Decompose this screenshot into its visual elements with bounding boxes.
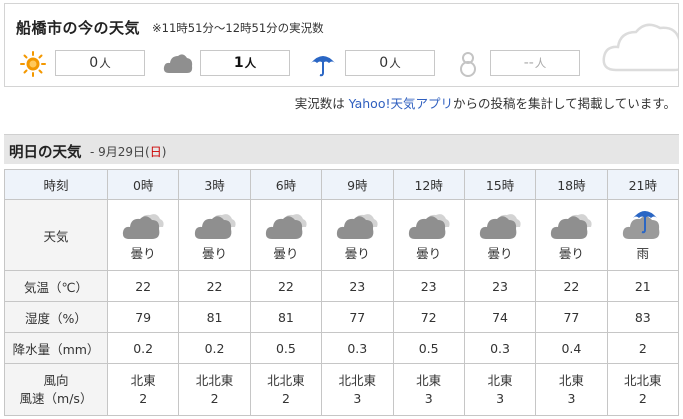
humidity-cell: 77: [535, 301, 608, 333]
humidity-cell: 72: [392, 301, 465, 333]
sunny-count: 0人: [55, 50, 145, 76]
wind-row: 風向 風速（m/s） 北東 2 北北東 2 北北東 2 北北東 3 北東 3 北東 3 北東 3…: [4, 363, 680, 416]
time-cell: 3時: [178, 169, 251, 200]
rain-icon: [622, 211, 660, 239]
snowy-count: --人: [490, 50, 580, 76]
weather-cell: 曇り: [106, 199, 180, 271]
precipitation-cell: 0.3: [463, 332, 537, 364]
time-label: 時刻: [4, 169, 108, 200]
precipitation-cell: 0.4: [535, 332, 608, 364]
time-cell: 12時: [392, 169, 465, 200]
humidity-cell: 79: [106, 301, 180, 333]
temperature-cell: 22: [106, 270, 180, 302]
time-row: 時刻 0時 3時 6時 9時 12時 15時 18時 21時: [4, 169, 680, 200]
wind-cell: 北東 3: [463, 363, 537, 416]
wind-cell: 北北東 3: [321, 363, 394, 416]
cloud-icon: [194, 214, 236, 239]
cloud-icon: [551, 214, 593, 239]
cloud-icon: [479, 214, 521, 239]
cloud-icon: [337, 214, 378, 239]
sun-icon: [20, 51, 46, 77]
temperature-cell: 21: [606, 270, 680, 302]
snowman-icon: [460, 52, 476, 77]
wind-cell: 北東 3: [392, 363, 465, 416]
weather-row: 天気 曇り 曇り 曇り 曇り 曇り 曇り 曇り 雨: [4, 199, 680, 271]
humidity-cell: 83: [606, 301, 680, 333]
time-cell: 21時: [606, 169, 680, 200]
precipitation-cell: 0.5: [392, 332, 465, 364]
tomorrow-header: 明日の天気 - 9月29日(日): [4, 134, 679, 164]
report-credit: 実況数は Yahoo!天気アプリからの投稿を集計して掲載しています。: [294, 96, 676, 111]
umbrella-icon: [311, 56, 335, 77]
humidity-cell: 81: [249, 301, 323, 333]
wind-cell: 北北東 2: [249, 363, 323, 416]
weather-cell: 雨: [606, 199, 680, 271]
precipitation-row: 降水量（mm） 0.2 0.2 0.5 0.3 0.5 0.3 0.4 2: [4, 332, 680, 364]
precipitation-label: 降水量（mm）: [4, 332, 108, 364]
wind-label: 風向 風速（m/s）: [4, 363, 108, 416]
weather-label: 天気: [4, 199, 108, 271]
time-cell: 6時: [249, 169, 323, 200]
background-cloud-icon: [602, 23, 678, 72]
yahoo-weather-app-link[interactable]: Yahoo!天気アプリ: [349, 96, 453, 111]
temperature-cell: 22: [178, 270, 251, 302]
humidity-row: 湿度（%） 79 81 81 77 72 74 77 83: [4, 301, 680, 333]
temperature-cell: 22: [535, 270, 608, 302]
tomorrow-date: - 9月29日(日): [90, 145, 167, 159]
temperature-label: 気温（℃）: [4, 270, 108, 302]
wind-cell: 北東 2: [106, 363, 180, 416]
temperature-cell: 22: [249, 270, 323, 302]
cloud-icon: [163, 54, 193, 73]
precipitation-cell: 0.3: [321, 332, 394, 364]
precipitation-cell: 2: [606, 332, 680, 364]
wind-cell: 北北東 2: [178, 363, 251, 416]
humidity-cell: 77: [321, 301, 394, 333]
temperature-cell: 23: [321, 270, 394, 302]
cloud-icon: [265, 214, 307, 239]
time-cell: 15時: [463, 169, 537, 200]
current-weather-report: 船橋市の今の天気 ※11時51分～12時51分の実況数 0人 1人 0人 --人: [4, 3, 679, 87]
weather-cell: 曇り: [392, 199, 465, 271]
weather-cell: 曇り: [249, 199, 323, 271]
cloudy-count: 1人: [200, 50, 290, 76]
weather-cell: 曇り: [321, 199, 394, 271]
temperature-row: 気温（℃） 22 22 22 23 23 23 22 21: [4, 270, 680, 302]
time-cell: 18時: [535, 169, 608, 200]
forecast-table: 時刻 0時 3時 6時 9時 12時 15時 18時 21時 天気 曇り 曇り: [4, 169, 680, 416]
temperature-cell: 23: [392, 270, 465, 302]
temperature-cell: 23: [463, 270, 537, 302]
weather-cell: 曇り: [463, 199, 537, 271]
precipitation-cell: 0.5: [249, 332, 323, 364]
weather-cell: 曇り: [178, 199, 251, 271]
precipitation-cell: 0.2: [178, 332, 251, 364]
humidity-cell: 74: [463, 301, 537, 333]
humidity-cell: 81: [178, 301, 251, 333]
report-title: 船橋市の今の天気: [16, 19, 141, 37]
cloud-icon: [408, 214, 450, 239]
precipitation-cell: 0.2: [106, 332, 180, 364]
cloud-icon: [123, 214, 164, 239]
tomorrow-title: 明日の天気: [9, 145, 82, 161]
humidity-label: 湿度（%）: [4, 301, 108, 333]
rainy-count: 0人: [345, 50, 435, 76]
wind-cell: 北東 3: [535, 363, 608, 416]
time-cell: 0時: [106, 169, 180, 200]
time-cell: 9時: [321, 169, 394, 200]
wind-cell: 北北東 2: [606, 363, 680, 416]
weather-cell: 曇り: [535, 199, 608, 271]
report-note: ※11時51分～12時51分の実況数: [152, 21, 324, 35]
